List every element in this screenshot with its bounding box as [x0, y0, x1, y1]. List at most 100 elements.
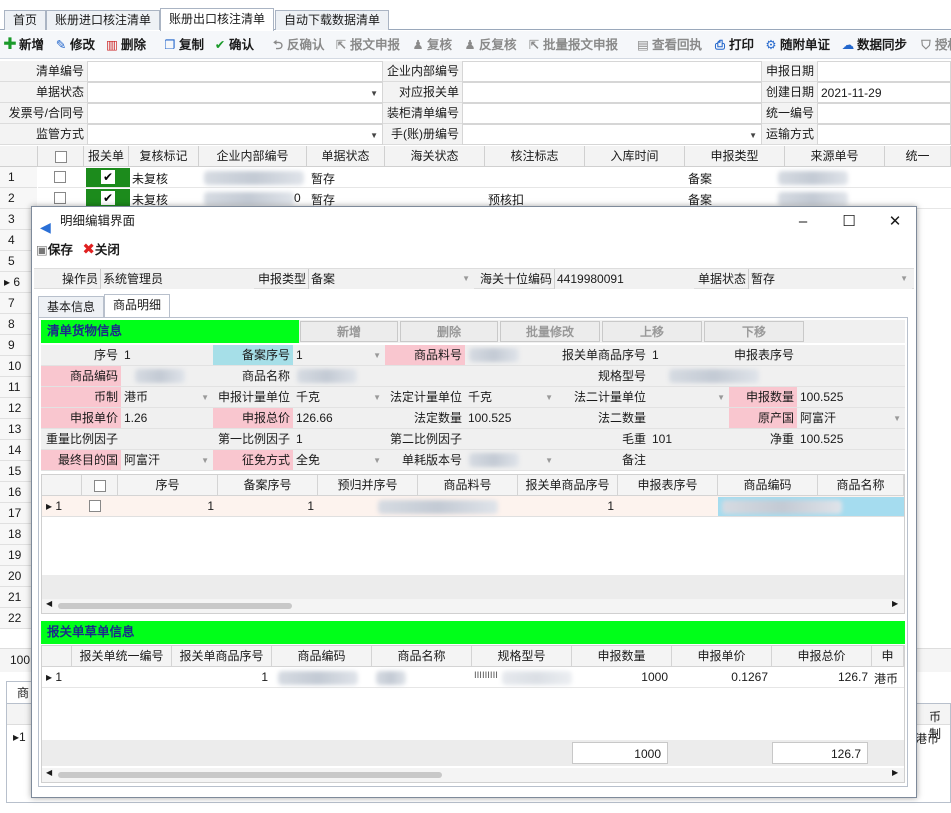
list-no-field[interactable] [87, 61, 383, 82]
goods-code-field[interactable] [121, 366, 213, 387]
supervision-select[interactable]: ▼ [87, 124, 383, 145]
decl-price-field[interactable]: 1.26 [121, 408, 213, 429]
delete-button[interactable]: ▥ 删除 [105, 36, 146, 54]
record-seq-select[interactable]: 1 ▼ [293, 345, 385, 366]
delete-goods-button[interactable]: 删除 [400, 321, 498, 342]
horizontal-scrollbar[interactable]: ◀ ▶ [42, 599, 904, 613]
weight-factor-field[interactable] [121, 429, 213, 450]
page-size[interactable]: 100 [10, 653, 30, 667]
col-header[interactable]: 企业内部编号 [199, 146, 307, 167]
tab-export-list[interactable]: 账册出口核注清单 [160, 8, 275, 31]
select-all-checkbox[interactable] [82, 475, 118, 496]
save-button[interactable]: ▣保存 [36, 243, 73, 257]
minimize-button[interactable]: – [780, 207, 826, 236]
internal-no-field[interactable] [462, 61, 762, 82]
invoice-no-field[interactable] [87, 103, 383, 124]
currency-select[interactable]: 港币 ▼ [121, 387, 213, 408]
col-header[interactable]: 商品编码 [718, 475, 818, 496]
scroll-left-icon[interactable]: ◀ [46, 768, 52, 777]
decl-unit-select[interactable]: 千克 ▼ [293, 387, 385, 408]
legal-qty-field[interactable]: 100.525 [465, 408, 557, 429]
col-header[interactable]: 报关单商品序号 [518, 475, 618, 496]
tab-goods-detail[interactable]: 商品明细 [104, 294, 171, 318]
col-header[interactable]: 备案序号 [218, 475, 318, 496]
batch-edit-button[interactable]: 批量修改 [500, 321, 600, 342]
decl-table-seq-field[interactable] [797, 345, 905, 366]
maximize-button[interactable]: ☐ [826, 207, 872, 236]
copy-button[interactable]: ❐ 复制 [163, 36, 204, 54]
print-button[interactable]: ⎙ 打印 [713, 36, 754, 54]
horizontal-scrollbar[interactable]: ◀ ▶ [42, 768, 904, 782]
col-header[interactable]: 预归并序号 [318, 475, 418, 496]
check-icon[interactable]: ✔ [86, 168, 130, 187]
col-header[interactable]: 复核标记 [129, 146, 199, 167]
row-checkbox[interactable] [54, 192, 66, 204]
col-header[interactable]: 单据状态 [307, 146, 385, 167]
remark-field[interactable] [649, 450, 905, 471]
decl-type-select[interactable]: 备案 ▼ [308, 269, 474, 289]
col-header[interactable]: 报关单商品序号 [172, 646, 272, 667]
add-button[interactable]: ✚ 新增 [3, 36, 44, 54]
origin-select[interactable]: 阿富汗 ▼ [797, 408, 905, 429]
col-header[interactable]: 商品编码 [272, 646, 372, 667]
net-weight-field[interactable]: 100.525 [797, 429, 905, 450]
transport-field[interactable] [817, 124, 951, 145]
tax-mode-select[interactable]: 全免 ▼ [293, 450, 385, 471]
tab-home[interactable]: 首页 [4, 10, 47, 30]
decl-qty-field[interactable]: 100.525 [797, 387, 905, 408]
legal-unit-select[interactable]: 千克 ▼ [465, 387, 557, 408]
col-header[interactable]: 申报类型 [685, 146, 785, 167]
factor1-field[interactable]: 1 [293, 429, 385, 450]
add-goods-button[interactable]: 新增 [300, 321, 398, 342]
legal2-unit-select[interactable]: ▼ [649, 387, 729, 408]
dest-country-select[interactable]: 阿富汗 ▼ [121, 450, 213, 471]
goods-name-field[interactable] [293, 366, 557, 387]
col-header[interactable]: 序号 [118, 475, 218, 496]
move-down-button[interactable]: 下移 [704, 321, 804, 342]
col-header[interactable]: 入库时间 [585, 146, 685, 167]
batch-declare-button[interactable]: ⇱ 批量报文申报 [527, 36, 618, 54]
table-row[interactable]: ✔ 未复核 暂存 备案 [38, 167, 951, 188]
table-row[interactable]: ▸ 1 1 ⅠⅠⅠⅠⅠⅠⅠⅠⅠ 1000 0.1267 126.7 港币 [42, 667, 904, 688]
select-all-checkbox[interactable] [38, 146, 84, 167]
row-checkbox[interactable] [54, 171, 66, 183]
col-header[interactable]: 统一 [885, 146, 951, 167]
col-header[interactable]: 来源单号 [785, 146, 885, 167]
declare-button[interactable]: ⇱ 报文申报 [334, 36, 400, 54]
col-header[interactable]: 商品料号 [418, 475, 518, 496]
col-header[interactable]: 申 [872, 646, 904, 667]
tab-import-list[interactable]: 账册进口核注清单 [46, 10, 161, 30]
col-header[interactable]: 申报总价 [772, 646, 872, 667]
container-no-field[interactable] [462, 103, 762, 124]
col-header[interactable]: 规格型号 [472, 646, 572, 667]
legal2-qty-field[interactable] [649, 408, 729, 429]
factor2-field[interactable] [465, 429, 557, 450]
tab-basic-info[interactable]: 基本信息 [38, 296, 105, 317]
part-no-field[interactable] [465, 345, 557, 366]
col-header[interactable]: 报关单 [84, 146, 129, 167]
view-receipt-button[interactable]: ▤ 查看回执 [636, 36, 702, 54]
scroll-left-icon[interactable]: ◀ [46, 599, 52, 608]
sync-button[interactable]: ☁ 数据同步 [841, 36, 907, 54]
seq-field[interactable]: 1 [121, 345, 213, 366]
close-window-button[interactable]: ✕ [872, 207, 918, 236]
manual-no-select[interactable]: ▼ [462, 124, 762, 145]
unconfirm-button[interactable]: ⮌ 反确认 [271, 36, 325, 54]
scroll-right-icon[interactable]: ▶ [892, 768, 898, 777]
col-header[interactable]: 海关状态 [385, 146, 485, 167]
edit-button[interactable]: ✎ 修改 [54, 36, 95, 54]
decl-goods-seq-field[interactable]: 1 [649, 345, 729, 366]
unified-no-field[interactable] [817, 103, 951, 124]
col-header[interactable]: 申报表序号 [618, 475, 718, 496]
scroll-right-icon[interactable]: ▶ [892, 599, 898, 608]
row-checkbox[interactable] [89, 500, 101, 512]
col-header[interactable]: 申报单价 [672, 646, 772, 667]
spec-field[interactable] [649, 366, 905, 387]
decl-date-field[interactable] [817, 61, 951, 82]
col-header[interactable]: 报关单统一编号 [72, 646, 172, 667]
col-header[interactable]: 申报数量 [572, 646, 672, 667]
unreview-button[interactable]: ♟ 反复核 [463, 36, 516, 54]
close-button[interactable]: ✖关闭 [82, 241, 120, 258]
table-row[interactable]: ▸ 1 1 1 1 [42, 496, 904, 517]
attach-button[interactable]: ⚙ 随附单证 [764, 36, 830, 54]
